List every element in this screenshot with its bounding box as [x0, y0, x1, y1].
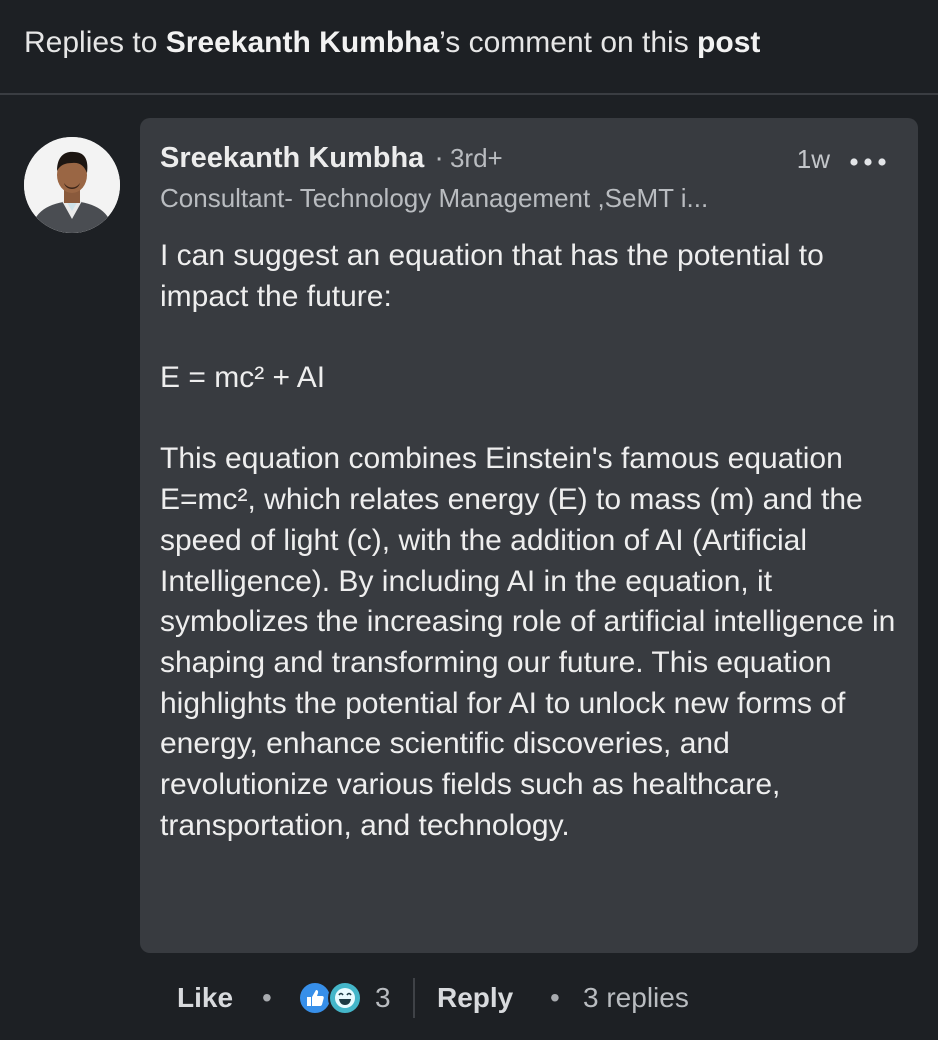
header-author-link[interactable]: Sreekanth Kumbha	[166, 26, 439, 59]
header-prefix: Replies to	[24, 26, 166, 59]
action-separator: •	[262, 982, 272, 1013]
replies-count-link[interactable]: 3 replies	[583, 982, 689, 1014]
comment-body: I can suggest an equation that has the p…	[160, 236, 905, 847]
avatar[interactable]	[24, 137, 120, 233]
funny-icon	[328, 981, 362, 1015]
comment-actions: Like • 3 Reply • 3 replies	[0, 970, 938, 1026]
comment-timestamp: 1w	[796, 144, 830, 174]
like-icon	[298, 981, 332, 1015]
more-options-icon[interactable]	[850, 158, 886, 166]
author-separator: ·	[434, 142, 444, 174]
author-headline: Consultant- Technology Management ,SeMT …	[160, 183, 709, 213]
author-name[interactable]: Sreekanth Kumbha	[160, 142, 424, 174]
comment-paragraph: I can suggest an equation that has the p…	[160, 239, 824, 313]
action-divider	[413, 978, 415, 1018]
post-link[interactable]: post	[697, 26, 760, 59]
replies-page: Replies to Sreekanth Kumbha’s comment on…	[0, 0, 938, 1040]
connection-degree: 3rd+	[449, 143, 503, 173]
action-separator: •	[550, 982, 560, 1013]
comment-equation: E = mc² + AI	[160, 361, 326, 395]
avatar-photo-icon	[24, 137, 120, 233]
header-middle: ’s comment on this	[439, 26, 698, 59]
author-row: Sreekanth Kumbha · 3rd+	[160, 140, 503, 176]
header-title: Replies to Sreekanth Kumbha’s comment on…	[24, 26, 760, 60]
like-button[interactable]: Like	[177, 982, 233, 1014]
reactions-summary[interactable]	[298, 980, 368, 1016]
reply-button[interactable]: Reply	[437, 982, 513, 1014]
comment-paragraph: This equation combines Einstein's famous…	[160, 442, 896, 842]
comment-bubble: Sreekanth Kumbha · 3rd+ 1w Consultant- Tec…	[140, 118, 918, 953]
reaction-count[interactable]: 3	[375, 982, 391, 1014]
replies-header: Replies to Sreekanth Kumbha’s comment on…	[0, 0, 938, 95]
